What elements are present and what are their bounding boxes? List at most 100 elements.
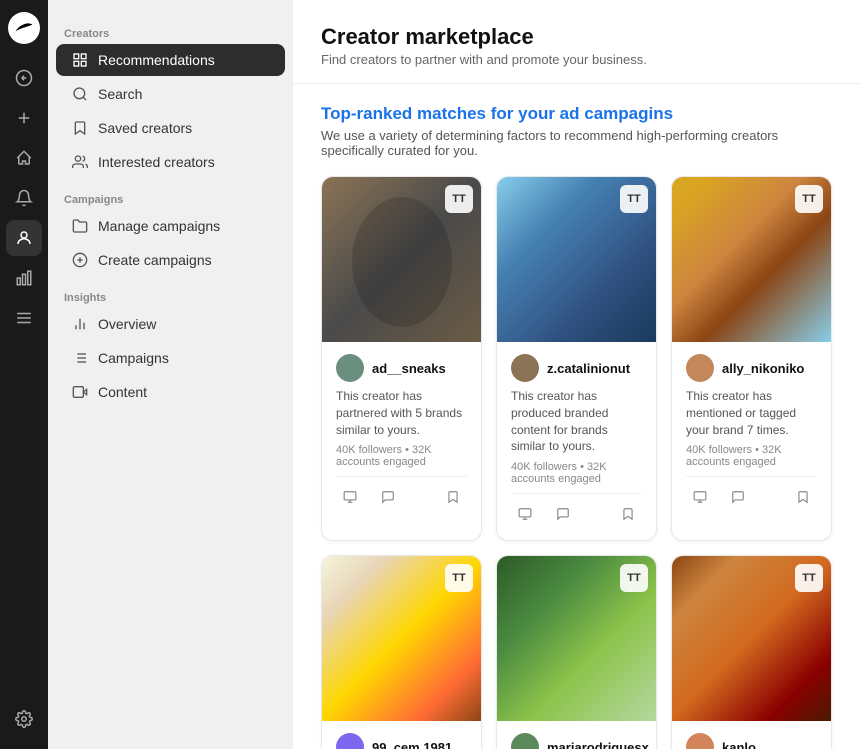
- spark-ads-button[interactable]: [336, 483, 364, 511]
- sidebar-item-recommendations[interactable]: Recommendations: [56, 44, 285, 76]
- avatar: [336, 354, 364, 382]
- card-image: TT: [322, 556, 481, 721]
- card-user: ally_nikoniko: [686, 354, 817, 382]
- card-image: TT: [672, 556, 831, 721]
- creators-section-label: Creators: [48, 28, 293, 40]
- home-icon[interactable]: [6, 140, 42, 176]
- avatar: [336, 733, 364, 749]
- settings-icon[interactable]: [6, 701, 42, 737]
- list-icon: [72, 350, 88, 366]
- creator-card: TT ally_nikoniko This creator has mentio…: [671, 176, 832, 541]
- card-stats: 40K followers • 32K accounts engaged: [686, 444, 817, 468]
- card-image: TT: [672, 177, 831, 342]
- sidebar-item-label: Create campaigns: [98, 252, 212, 268]
- card-username: kanlo: [722, 740, 756, 749]
- message-button[interactable]: [374, 483, 402, 511]
- card-body: mariarodriguesx This creator has produce…: [497, 721, 656, 749]
- avatar: [511, 354, 539, 382]
- sidebar-item-create-campaigns[interactable]: Create campaigns: [56, 244, 285, 276]
- creator-marketplace-icon[interactable]: [6, 220, 42, 256]
- recommendations-section: Top-ranked matches for your ad campagins…: [293, 84, 860, 749]
- card-body: ally_nikoniko This creator has mentioned…: [672, 342, 831, 523]
- card-body: 99_cem.1981 This creator's content has b…: [322, 721, 481, 749]
- campaigns-section-label: Campaigns: [48, 194, 293, 206]
- creator-cards-grid: TT ad__sneaks This creator has partnered…: [321, 176, 832, 749]
- sidebar-item-overview[interactable]: Overview: [56, 308, 285, 340]
- search-icon: [72, 86, 88, 102]
- save-button[interactable]: [439, 483, 467, 511]
- menu-icon[interactable]: [6, 300, 42, 336]
- sidebar-item-label: Search: [98, 86, 142, 102]
- card-actions: [336, 476, 467, 511]
- section-subtitle: We use a variety of determining factors …: [321, 128, 832, 158]
- save-button[interactable]: [789, 483, 817, 511]
- card-username: ally_nikoniko: [722, 361, 804, 376]
- card-body: ad__sneaks This creator has partnered wi…: [322, 342, 481, 523]
- chart-icon[interactable]: [6, 260, 42, 296]
- sidebar: Creators Recommendations Search Saved cr…: [48, 0, 293, 749]
- avatar: [511, 733, 539, 749]
- card-actions: [511, 493, 642, 528]
- creator-card: TT 99_cem.1981 This creator's content ha…: [321, 555, 482, 749]
- notification-icon[interactable]: [6, 180, 42, 216]
- tiktok-icon: TT: [795, 564, 823, 592]
- card-username: z.catalinionut: [547, 361, 630, 376]
- brand-logo: [8, 12, 40, 44]
- card-user: z.catalinionut: [511, 354, 642, 382]
- section-title: Top-ranked matches for your ad campagins: [321, 104, 832, 124]
- card-image: TT: [322, 177, 481, 342]
- page-subtitle: Find creators to partner with and promot…: [321, 52, 832, 67]
- sidebar-item-manage-campaigns[interactable]: Manage campaigns: [56, 210, 285, 242]
- message-button[interactable]: [724, 483, 752, 511]
- sidebar-item-label: Campaigns: [98, 350, 169, 366]
- card-user: mariarodriguesx: [511, 733, 642, 749]
- bar-chart-icon: [72, 316, 88, 332]
- tiktok-icon: TT: [620, 564, 648, 592]
- card-user: ad__sneaks: [336, 354, 467, 382]
- card-stats: 40K followers • 32K accounts engaged: [511, 461, 642, 485]
- card-user: kanlo: [686, 733, 817, 749]
- sidebar-item-label: Recommendations: [98, 52, 215, 68]
- card-username: ad__sneaks: [372, 361, 446, 376]
- sidebar-item-label: Interested creators: [98, 154, 215, 170]
- avatar: [686, 733, 714, 749]
- spark-ads-button[interactable]: [511, 500, 539, 528]
- sidebar-item-label: Overview: [98, 316, 156, 332]
- save-button[interactable]: [614, 500, 642, 528]
- page-title: Creator marketplace: [321, 24, 832, 50]
- sidebar-item-content[interactable]: Content: [56, 376, 285, 408]
- card-description: This creator has produced branded conten…: [511, 388, 642, 455]
- add-icon[interactable]: [6, 100, 42, 136]
- tiktok-icon: TT: [445, 185, 473, 213]
- page-header: Creator marketplace Find creators to par…: [293, 0, 860, 84]
- card-description: This creator has partnered with 5 brands…: [336, 388, 467, 438]
- creator-card: TT ad__sneaks This creator has partnered…: [321, 176, 482, 541]
- card-body: kanlo This creator has a high engagement…: [672, 721, 831, 749]
- tiktok-icon: TT: [795, 185, 823, 213]
- tiktok-icon: TT: [445, 564, 473, 592]
- back-icon[interactable]: [6, 60, 42, 96]
- card-body: z.catalinionut This creator has produced…: [497, 342, 656, 540]
- avatar: [686, 354, 714, 382]
- sidebar-item-interested-creators[interactable]: Interested creators: [56, 146, 285, 178]
- icon-bar: [0, 0, 48, 749]
- sidebar-item-label: Saved creators: [98, 120, 192, 136]
- card-username: 99_cem.1981: [372, 740, 452, 749]
- spark-ads-button[interactable]: [686, 483, 714, 511]
- sidebar-item-saved-creators[interactable]: Saved creators: [56, 112, 285, 144]
- creator-card: TT z.catalinionut This creator has produ…: [496, 176, 657, 541]
- plus-circle-icon: [72, 252, 88, 268]
- sidebar-item-label: Manage campaigns: [98, 218, 220, 234]
- message-button[interactable]: [549, 500, 577, 528]
- sidebar-item-insights-campaigns[interactable]: Campaigns: [56, 342, 285, 374]
- insights-section-label: Insights: [48, 292, 293, 304]
- card-image: TT: [497, 556, 656, 721]
- folder-icon: [72, 218, 88, 234]
- card-stats: 40K followers • 32K accounts engaged: [336, 444, 467, 468]
- sidebar-item-label: Content: [98, 384, 147, 400]
- video-icon: [72, 384, 88, 400]
- main-content-area: Creator marketplace Find creators to par…: [293, 0, 860, 749]
- sidebar-item-search[interactable]: Search: [56, 78, 285, 110]
- card-user: 99_cem.1981: [336, 733, 467, 749]
- tiktok-icon: TT: [620, 185, 648, 213]
